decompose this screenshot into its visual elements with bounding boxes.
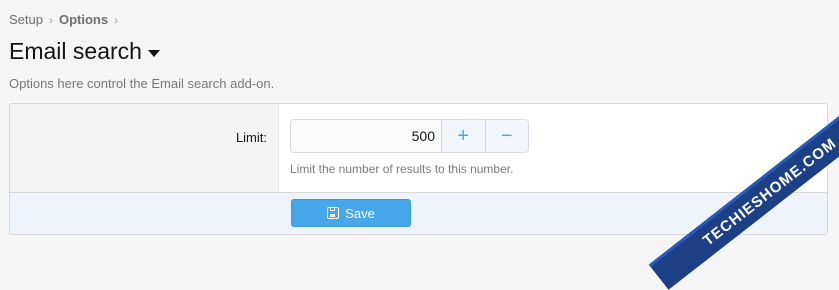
save-button-label: Save	[345, 205, 375, 221]
caret-down-icon[interactable]	[147, 49, 160, 57]
page-title-row[interactable]: Email search	[9, 38, 160, 65]
save-icon	[327, 207, 340, 219]
page-title: Email search	[9, 38, 142, 64]
limit-input-cell: + − Limit the number of results to this …	[279, 104, 827, 192]
breadcrumb: Setup › Options ›	[9, 12, 118, 27]
limit-label-cell: Limit:	[10, 104, 279, 192]
minus-icon: −	[500, 125, 513, 147]
breadcrumb-item-options[interactable]: Options	[59, 12, 108, 27]
page-description: Options here control the Email search ad…	[9, 76, 275, 91]
limit-row: Limit: + − Limit the number of results t…	[10, 104, 827, 192]
limit-label: Limit:	[235, 130, 267, 145]
options-form: Limit: + − Limit the number of results t…	[9, 103, 828, 235]
limit-stepper: + −	[290, 119, 529, 153]
limit-hint: Limit the number of results to this numb…	[290, 162, 514, 176]
page: Setup › Options › Email search Options h…	[0, 0, 839, 290]
chevron-right-icon: ›	[114, 12, 119, 27]
plus-icon: +	[457, 125, 470, 147]
increment-button[interactable]: +	[441, 120, 485, 152]
limit-input[interactable]	[291, 120, 441, 152]
save-button[interactable]: Save	[291, 199, 411, 227]
decrement-button[interactable]: −	[484, 120, 528, 152]
chevron-right-icon: ›	[48, 12, 53, 27]
breadcrumb-item-setup[interactable]: Setup	[9, 12, 43, 27]
